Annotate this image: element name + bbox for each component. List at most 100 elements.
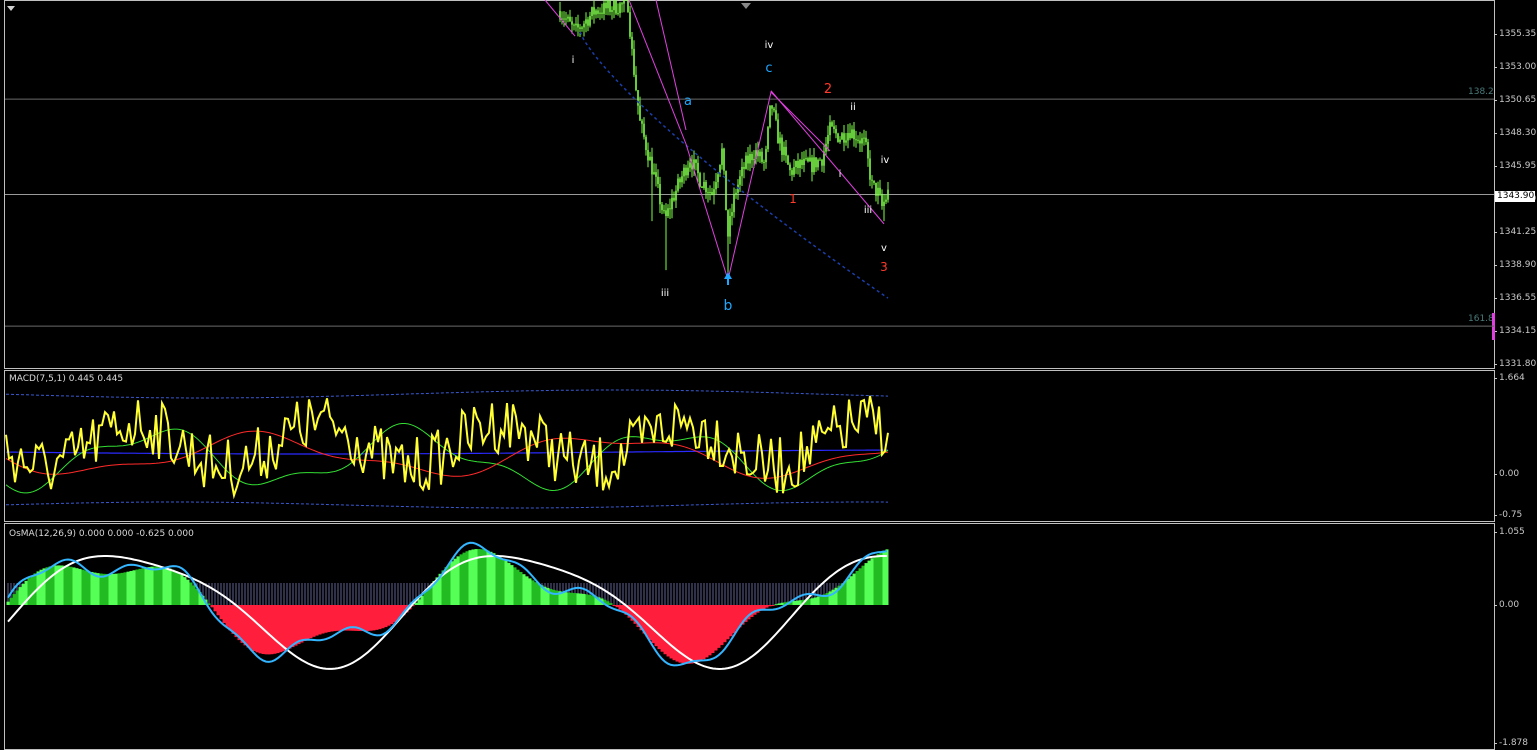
candle-body [697, 162, 699, 174]
osma-bar [336, 605, 340, 631]
osma-bar [255, 605, 259, 653]
candle-body [573, 24, 575, 26]
osma-bar [366, 605, 370, 631]
osma-bar [669, 605, 673, 659]
candle-body [843, 133, 845, 143]
osma-bar [6, 601, 10, 605]
osma-bar [609, 603, 613, 605]
osma-bar [591, 595, 595, 605]
candle-body [867, 142, 869, 159]
candle-body [763, 161, 765, 163]
candle-body [711, 192, 713, 195]
candle-body [581, 27, 583, 29]
candle-body [831, 122, 833, 127]
candle-body [845, 140, 847, 143]
wave-label: iii [661, 288, 669, 299]
candle-body [809, 157, 811, 162]
candle-body [589, 15, 591, 26]
candle-body [861, 138, 863, 144]
candle-body [817, 159, 819, 168]
osma-bar [870, 558, 874, 605]
osma-bar [618, 605, 622, 610]
osma-bar [180, 574, 184, 605]
candle-body [769, 105, 771, 128]
wave-label: ii [850, 102, 856, 113]
osma-bar [579, 593, 583, 605]
osma-bar [363, 605, 367, 632]
candle-body [651, 156, 653, 175]
osma-bar [765, 605, 769, 608]
osma-bar [423, 592, 427, 605]
osma-bar [657, 605, 661, 650]
osma-bar [126, 571, 130, 605]
osma-bar [867, 560, 871, 605]
osma-bar [585, 594, 589, 605]
osma-bar [87, 571, 91, 605]
candle-body [695, 159, 697, 163]
osma-bar [99, 573, 103, 605]
osma-bar [687, 605, 691, 664]
candle-body [859, 140, 861, 144]
candle-body [863, 137, 865, 139]
macd-lower-band [6, 501, 888, 509]
candle-body [645, 136, 647, 151]
candle-body [829, 122, 831, 136]
candle-body [593, 7, 595, 15]
osma-bar [90, 571, 94, 605]
osma-bar [327, 605, 331, 633]
osma-bar [189, 582, 193, 605]
osma-bar [114, 573, 118, 605]
candle-body [687, 167, 689, 176]
osma-bar [612, 605, 616, 606]
osma-bar [384, 605, 388, 628]
candle-body [627, 0, 629, 13]
osma-bar [174, 571, 178, 605]
osma-bar [159, 566, 163, 605]
candle-body [849, 133, 851, 139]
candle-body [751, 154, 753, 161]
candle-body [597, 10, 599, 14]
candle-body [881, 193, 883, 207]
wave-label: 2 [824, 82, 832, 97]
candle-body [635, 74, 637, 91]
candle-body [775, 110, 777, 120]
osma-bar [690, 605, 694, 664]
osma-bar [552, 589, 556, 605]
candle-body [641, 120, 643, 124]
osma-bar [303, 605, 307, 641]
osma-bar [339, 605, 343, 631]
osma-bar [483, 549, 487, 605]
osma-bar [318, 605, 322, 635]
osma-bar [123, 572, 127, 605]
chart-plot-svg: iiiiabivc12iiiiviiiv3 [5, 0, 1494, 671]
candle-body [781, 137, 783, 155]
osma-bar [84, 570, 88, 605]
candle-body [797, 161, 799, 168]
osma-bar [795, 600, 799, 605]
candle-body [865, 137, 867, 143]
candle-body [815, 157, 817, 168]
osma-bar [567, 592, 571, 605]
wave-b-arrow-icon [724, 272, 732, 285]
osma-bar [714, 605, 718, 651]
candle-body [585, 19, 587, 24]
osma-bar [717, 605, 721, 648]
candle-body [847, 133, 849, 141]
osma-bar [417, 599, 421, 605]
candle-body [801, 159, 803, 166]
osma-bar [852, 573, 856, 605]
candle-body [649, 156, 651, 161]
candle-body [613, 0, 615, 11]
osma-bar [663, 605, 667, 655]
osma-bar [699, 605, 703, 661]
osma-bar [105, 573, 109, 605]
osma-bar [549, 588, 553, 605]
candle-body [683, 167, 685, 177]
candle-body [565, 18, 567, 20]
osma-bar [342, 605, 346, 631]
osma-bar [309, 605, 313, 639]
wave-label: iii [864, 205, 872, 216]
candle-body [773, 108, 775, 111]
candle-body [575, 23, 577, 26]
candle-body [771, 105, 773, 109]
